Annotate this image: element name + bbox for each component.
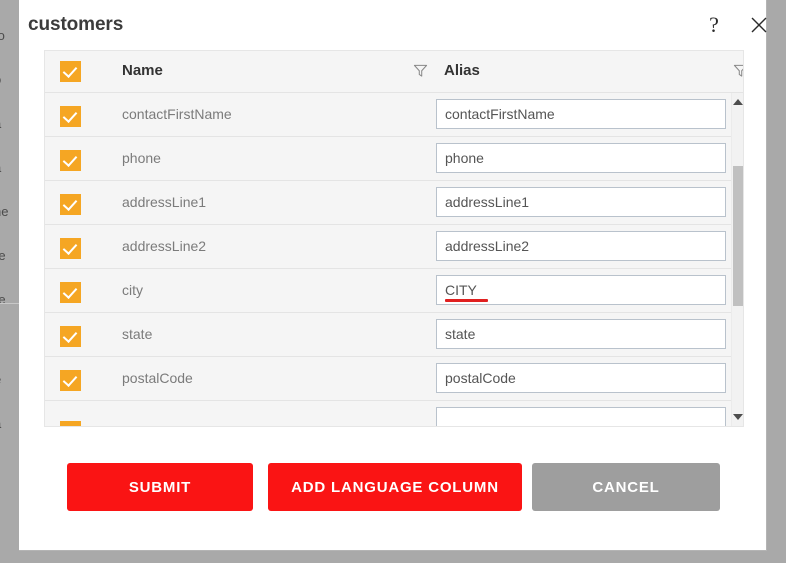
alias-input[interactable] — [436, 99, 726, 129]
triangle-down-icon[interactable] — [732, 410, 743, 424]
background-divider — [0, 303, 19, 304]
background-list-item: re — [0, 248, 6, 263]
close-glyph — [751, 17, 767, 33]
row-alias-cell — [436, 143, 726, 173]
alias-input[interactable] — [436, 363, 726, 393]
row-name-label: phone — [122, 150, 161, 166]
table-row: city — [45, 269, 733, 313]
grid-header-row: Name Alias — [45, 51, 743, 93]
alias-input[interactable] — [436, 143, 726, 173]
select-all-checkbox[interactable] — [60, 61, 81, 82]
triangle-down-glyph — [732, 414, 743, 420]
table-row: addressLine1 — [45, 181, 733, 225]
row-checkbox[interactable] — [60, 194, 81, 215]
help-glyph: ? — [709, 12, 719, 37]
table-row: phone — [45, 137, 733, 181]
cancel-button[interactable]: CANCEL — [532, 463, 720, 511]
filter-funnel-glyph-alias — [733, 64, 743, 77]
background-list-item: a — [0, 116, 1, 131]
column-header-alias: Alias — [444, 62, 480, 79]
grid-scrollbar[interactable] — [731, 93, 743, 426]
background-list-item: ne — [0, 204, 9, 219]
table-row: addressLine2 — [45, 225, 733, 269]
background-list-item: e — [0, 372, 1, 387]
backdrop-right — [767, 0, 786, 563]
triangle-up-icon[interactable] — [732, 95, 743, 109]
backdrop-bottom — [0, 551, 786, 563]
row-name-label: state — [122, 326, 153, 342]
filter-funnel-glyph — [413, 64, 428, 77]
row-checkbox[interactable] — [60, 421, 81, 426]
row-alias-cell — [436, 99, 726, 129]
row-checkbox[interactable] — [60, 238, 81, 259]
grid-rows-container: contactFirstName phone addressLine1 address… — [45, 93, 733, 426]
row-name-label: addressLine1 — [122, 194, 207, 210]
row-alias-cell — [436, 407, 726, 426]
customers-dialog: customers ? Name Alias contactFirstName … — [19, 0, 767, 551]
row-checkbox[interactable] — [60, 370, 81, 391]
dialog-titlebar: customers ? — [19, 0, 767, 50]
background-list-item: o — [0, 72, 1, 87]
background-list-item: to — [0, 28, 5, 43]
row-checkbox[interactable] — [60, 326, 81, 347]
dialog-footer: SUBMIT ADD LANGUAGE COLUMN CANCEL — [19, 455, 767, 525]
alias-input[interactable] — [436, 231, 726, 261]
row-checkbox[interactable] — [60, 106, 81, 127]
alias-input[interactable] — [436, 319, 726, 349]
table-row — [45, 401, 733, 426]
grid-body: contactFirstName phone addressLine1 address… — [45, 93, 743, 426]
row-name-label: postalCode — [122, 370, 193, 386]
background-field-list: to o a a ne re re e a — [0, 0, 19, 563]
add-language-column-button[interactable]: ADD LANGUAGE COLUMN — [268, 463, 522, 511]
row-alias-cell — [436, 231, 726, 261]
columns-grid: Name Alias contactFirstName phone addressL… — [44, 50, 744, 427]
triangle-up-glyph — [732, 99, 743, 105]
row-alias-cell — [436, 319, 726, 349]
row-checkbox[interactable] — [60, 150, 81, 171]
table-row: contactFirstName — [45, 93, 733, 137]
row-name-label: contactFirstName — [122, 106, 232, 122]
alias-input[interactable] — [436, 275, 726, 305]
alias-input[interactable] — [436, 407, 726, 426]
background-list-item: a — [0, 160, 1, 175]
help-icon[interactable]: ? — [700, 11, 728, 39]
filter-funnel-icon-alias[interactable] — [733, 63, 743, 83]
close-icon[interactable] — [745, 11, 773, 39]
dialog-title: customers — [28, 14, 124, 35]
table-row: state — [45, 313, 733, 357]
alias-input[interactable] — [436, 187, 726, 217]
select-all-checkbox-cell — [60, 61, 81, 87]
column-header-name: Name — [122, 62, 163, 79]
row-alias-cell — [436, 363, 726, 393]
row-alias-cell — [436, 187, 726, 217]
background-list-item: a — [0, 416, 1, 431]
submit-button[interactable]: SUBMIT — [67, 463, 253, 511]
scrollbar-thumb[interactable] — [733, 166, 743, 306]
row-alias-cell — [436, 275, 726, 305]
row-name-label: addressLine2 — [122, 238, 207, 254]
filter-funnel-icon[interactable] — [413, 63, 428, 83]
row-checkbox[interactable] — [60, 282, 81, 303]
background-list-item: re — [0, 292, 6, 307]
table-row: postalCode — [45, 357, 733, 401]
row-name-label: city — [122, 282, 143, 298]
